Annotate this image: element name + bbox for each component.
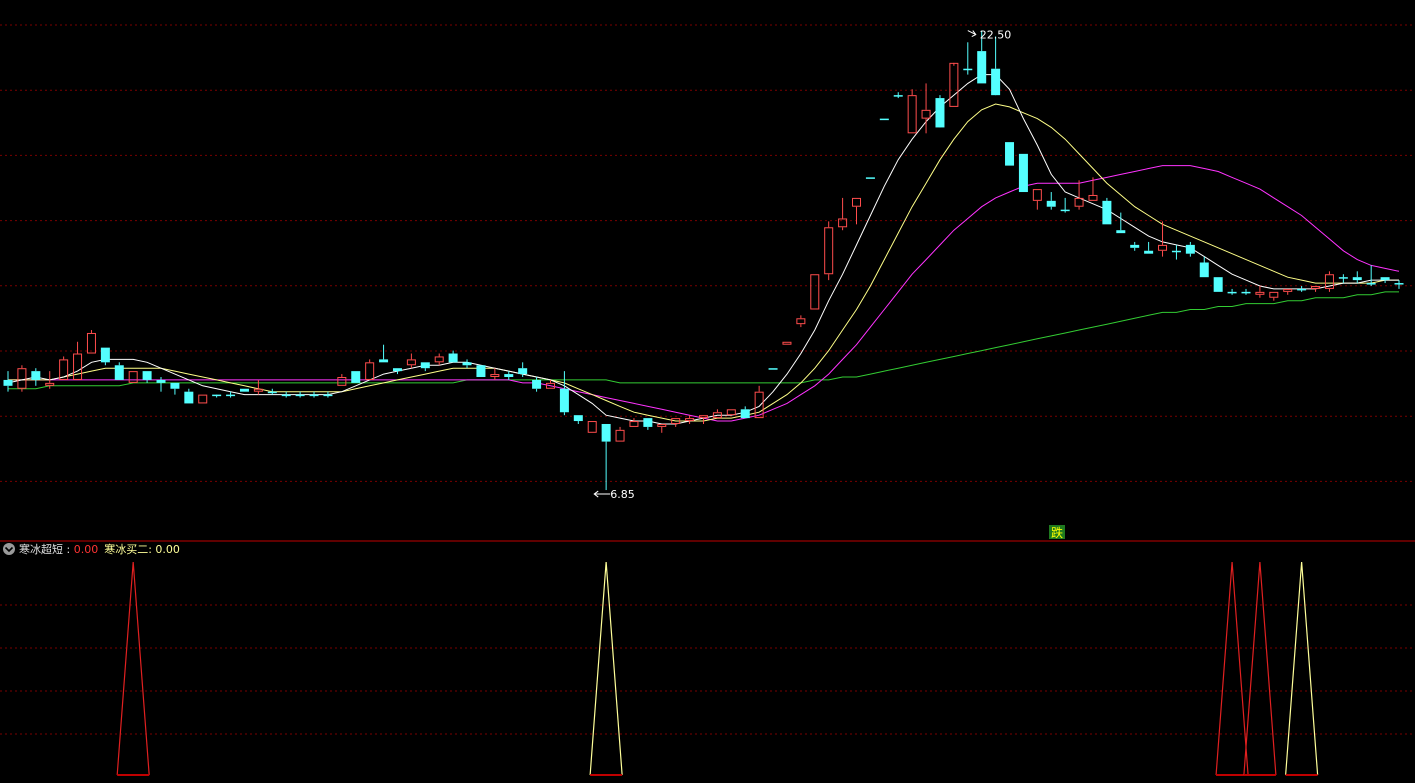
candle-body — [1297, 288, 1307, 291]
candle-body — [991, 68, 1001, 96]
indicator-value-1: 0.00 — [74, 543, 99, 556]
candle-body — [1171, 250, 1181, 253]
candle-body — [1130, 244, 1140, 248]
candle — [879, 118, 889, 121]
candle — [1018, 153, 1028, 193]
candle-body — [601, 423, 611, 442]
candle — [1213, 277, 1223, 292]
candle-body — [518, 368, 528, 375]
candle-body — [532, 379, 542, 389]
candle-body — [420, 362, 430, 369]
candle — [865, 177, 875, 179]
candle-body — [1116, 230, 1126, 234]
candle-body — [1102, 200, 1112, 225]
candle-body — [462, 362, 472, 366]
candle-body — [935, 98, 945, 128]
candle-body — [1227, 291, 1237, 294]
candle-body — [879, 118, 889, 121]
candle-body — [1394, 283, 1404, 285]
candle-body — [142, 371, 152, 380]
candle-body — [31, 371, 41, 380]
high-price-label: 22.50 — [980, 29, 1012, 42]
candle-body — [392, 368, 402, 372]
candle-body — [1046, 200, 1056, 207]
indicator-header: 寒冰超短 : 0.00 寒冰买二: 0.00 — [3, 542, 180, 556]
candle-body — [226, 394, 236, 397]
candle-body — [156, 379, 166, 383]
candle — [476, 365, 486, 378]
collapse-toggle-icon[interactable] — [3, 543, 15, 555]
candle-body — [267, 391, 277, 394]
candle-body — [1005, 142, 1015, 166]
candle-body — [893, 95, 903, 97]
candle-body — [323, 394, 333, 397]
candle-body — [573, 415, 583, 422]
candle — [935, 95, 945, 128]
candle-body — [559, 388, 569, 413]
candle-body — [1144, 250, 1154, 254]
candle-body — [1241, 291, 1251, 294]
stock-chart: 22.50 6.85 跌 寒冰超短 : 0.00 寒冰买二: 0.00 — [0, 0, 1415, 779]
candle — [1005, 142, 1015, 166]
candle-body — [100, 347, 110, 363]
candle-body — [768, 368, 778, 370]
candle-body — [448, 353, 458, 363]
candle — [1102, 197, 1112, 225]
candle-body — [1185, 244, 1195, 254]
candle-body — [3, 379, 13, 386]
candle-body — [865, 177, 875, 179]
candle-body — [309, 394, 319, 397]
indicator-label-2: 寒冰买二 — [104, 542, 148, 556]
candle-body — [281, 394, 291, 397]
low-price-label: 6.85 — [610, 488, 635, 501]
signal-badge-label: 跌 — [1051, 525, 1063, 540]
candle-body — [351, 371, 361, 383]
candle-body — [1199, 262, 1209, 278]
candle-body — [504, 374, 514, 378]
candle-body — [1018, 153, 1028, 193]
candle-body — [1338, 277, 1348, 279]
candle-body — [295, 394, 305, 397]
indicator-value-2: 0.00 — [155, 543, 180, 556]
candle-body — [1352, 277, 1362, 281]
candle-body — [379, 359, 389, 363]
candle-body — [963, 68, 973, 71]
candle-body — [170, 382, 180, 389]
candle-body — [1366, 283, 1376, 285]
candle-body — [740, 409, 750, 419]
candle-body — [476, 365, 486, 378]
candle-body — [212, 394, 222, 397]
candle — [239, 388, 249, 392]
candle-body — [643, 418, 653, 427]
candle-body — [1213, 277, 1223, 292]
candle-body — [184, 391, 194, 404]
indicator-name: 寒冰超短 — [19, 542, 63, 556]
chart-canvas: 22.50 6.85 跌 寒冰超短 : 0.00 寒冰买二: 0.00 — [0, 0, 1415, 779]
candle-body — [1060, 209, 1070, 212]
candle — [768, 368, 778, 370]
indicator-separator: : — [63, 543, 74, 556]
candle — [351, 371, 361, 383]
indicator-colon: : — [148, 543, 155, 556]
candle-body — [977, 51, 987, 84]
candle-body — [239, 388, 249, 392]
candle-body — [1380, 277, 1390, 281]
candle-body — [114, 365, 124, 380]
